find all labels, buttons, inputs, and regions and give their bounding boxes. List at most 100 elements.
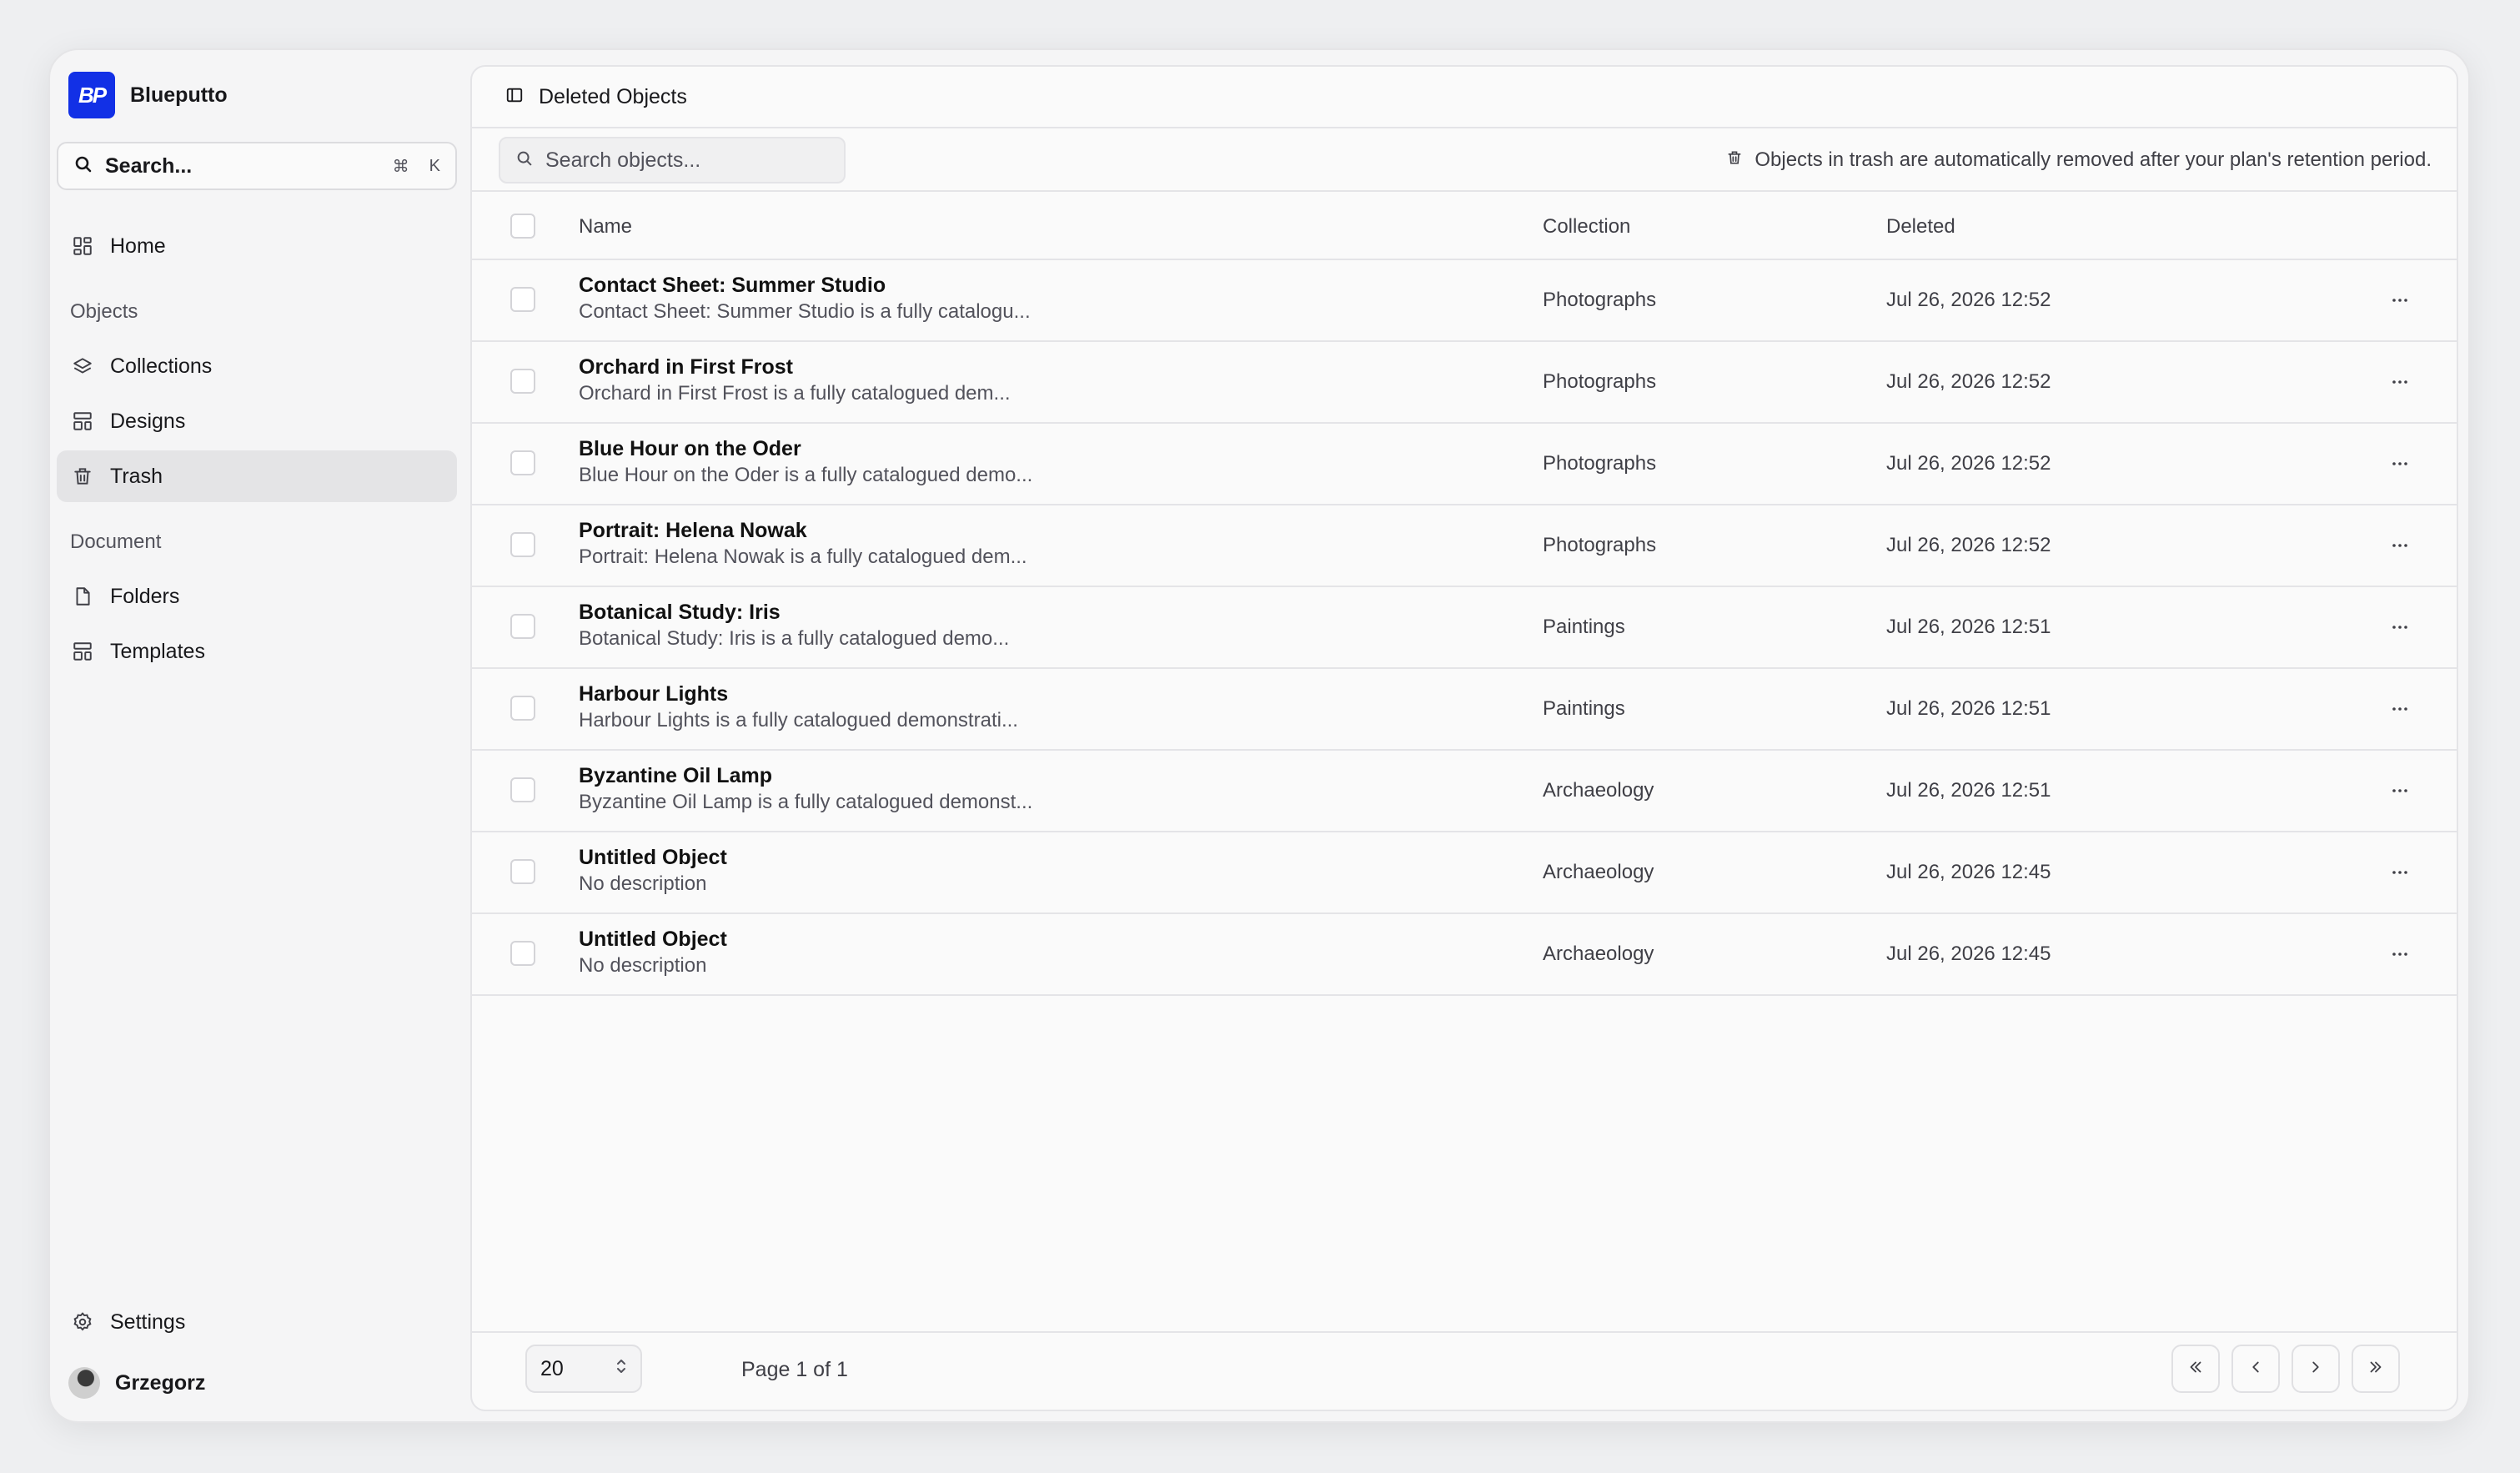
more-actions-button[interactable] (2385, 694, 2415, 724)
ellipsis-icon (2392, 871, 2407, 874)
retention-notice: Objects in trash are automatically remov… (1726, 148, 2432, 172)
row-checkbox[interactable] (510, 777, 535, 802)
main-panel: Deleted Objects Objects in trash are aut… (470, 65, 2458, 1411)
workspace-logo: BP (68, 72, 115, 118)
object-search[interactable] (499, 137, 846, 183)
more-actions-button[interactable] (2385, 367, 2415, 397)
ellipsis-icon (2392, 299, 2407, 302)
chevrons-up-down-icon (614, 1357, 629, 1381)
object-name: Orchard in First Frost (579, 355, 793, 379)
first-page-button[interactable] (2171, 1345, 2220, 1393)
next-page-button[interactable] (2292, 1345, 2340, 1393)
chevron-right-icon (2307, 1358, 2325, 1380)
row-checkbox[interactable] (510, 614, 535, 639)
ellipsis-icon (2392, 626, 2407, 629)
object-collection: Paintings (1543, 697, 1625, 720)
section-objects: Objects (70, 300, 138, 323)
more-actions-button[interactable] (2385, 939, 2415, 969)
sidebar: BP Blueputto Search... ⌘ K Home Objects (50, 50, 487, 1421)
row-checkbox[interactable] (510, 369, 535, 394)
shortcut-mod: ⌘ (392, 157, 409, 176)
user-name: Grzegorz (115, 1370, 206, 1395)
row-checkbox[interactable] (510, 287, 535, 312)
select-all-checkbox[interactable] (510, 214, 535, 239)
object-deleted-date: Jul 26, 2026 12:51 (1886, 697, 2051, 720)
table-row[interactable]: Untitled Object No description Archaeology… (472, 914, 2457, 996)
sidebar-item-settings[interactable]: Settings (57, 1296, 457, 1348)
sidebar-item-label: Collections (110, 354, 213, 378)
object-collection: Paintings (1543, 616, 1625, 638)
toolbar: Objects in trash are automatically remov… (472, 128, 2457, 192)
sidebar-item-collections[interactable]: Collections (57, 340, 457, 392)
table-header: Name Collection Deleted (472, 192, 2457, 260)
column-collection[interactable]: Collection (1543, 215, 1630, 239)
table-row[interactable]: Byzantine Oil Lamp Byzantine Oil Lamp is … (472, 751, 2457, 832)
ellipsis-icon (2392, 544, 2407, 547)
workspace-switcher[interactable]: BP Blueputto (68, 67, 497, 123)
more-actions-button[interactable] (2385, 530, 2415, 561)
column-name[interactable]: Name (579, 215, 632, 239)
row-checkbox[interactable] (510, 532, 535, 557)
trash-icon (70, 464, 95, 489)
header: Deleted Objects (472, 67, 2457, 128)
table-row[interactable]: Portrait: Helena Nowak Portrait: Helena N… (472, 505, 2457, 587)
more-actions-button[interactable] (2385, 857, 2415, 887)
workspace-name: Blueputto (130, 83, 228, 107)
object-name: Contact Sheet: Summer Studio (579, 274, 886, 297)
object-collection: Archaeology (1543, 779, 1654, 802)
object-collection: Photographs (1543, 370, 1657, 393)
object-deleted-date: Jul 26, 2026 12:51 (1886, 616, 2051, 638)
page-size-value: 20 (540, 1356, 564, 1380)
more-actions-button[interactable] (2385, 285, 2415, 315)
page-size-select[interactable]: 20 (525, 1345, 642, 1393)
user-menu[interactable]: Grzegorz (68, 1360, 497, 1406)
object-name: Byzantine Oil Lamp (579, 764, 772, 787)
page-info: Page 1 of 1 (741, 1358, 848, 1381)
table-row[interactable]: Contact Sheet: Summer Studio Contact Shee… (472, 260, 2457, 342)
object-collection: Photographs (1543, 534, 1657, 556)
sidebar-item-designs[interactable]: Designs (57, 395, 457, 447)
object-description: No description (579, 872, 707, 895)
prev-page-button[interactable] (2231, 1345, 2280, 1393)
sidebar-item-templates[interactable]: Templates (57, 626, 457, 677)
object-name: Untitled Object (579, 928, 727, 951)
chevrons-left-icon (2186, 1358, 2205, 1380)
more-actions-button[interactable] (2385, 776, 2415, 806)
object-description: Botanical Study: Iris is a fully catalog… (579, 627, 1010, 650)
object-description: Byzantine Oil Lamp is a fully catalogued… (579, 791, 1033, 813)
notice-text: Objects in trash are automatically remov… (1754, 148, 2432, 171)
sidebar-toggle-icon[interactable] (505, 86, 524, 108)
last-page-button[interactable] (2352, 1345, 2400, 1393)
object-name: Botanical Study: Iris (579, 601, 781, 624)
column-deleted[interactable]: Deleted (1886, 215, 1955, 239)
more-actions-button[interactable] (2385, 449, 2415, 479)
object-deleted-date: Jul 26, 2026 12:45 (1886, 861, 2051, 883)
search-label: Search... (105, 153, 193, 178)
object-description: No description (579, 954, 707, 977)
table-row[interactable]: Untitled Object No description Archaeology… (472, 832, 2457, 914)
object-description: Contact Sheet: Summer Studio is a fully … (579, 300, 1031, 323)
file-icon (70, 584, 95, 609)
search-input[interactable] (545, 148, 829, 173)
sidebar-search[interactable]: Search... ⌘ K (57, 142, 457, 190)
table-row[interactable]: Harbour Lights Harbour Lights is a fully … (472, 669, 2457, 751)
layout-icon (70, 639, 95, 664)
object-name: Untitled Object (579, 846, 727, 869)
row-checkbox[interactable] (510, 941, 535, 966)
object-deleted-date: Jul 26, 2026 12:45 (1886, 943, 2051, 965)
sidebar-item-folders[interactable]: Folders (57, 571, 457, 622)
row-checkbox[interactable] (510, 696, 535, 721)
row-checkbox[interactable] (510, 450, 535, 475)
more-actions-button[interactable] (2385, 612, 2415, 642)
ellipsis-icon (2392, 789, 2407, 792)
shortcut-key: K (429, 156, 440, 175)
table-row[interactable]: Blue Hour on the Oder Blue Hour on the Od… (472, 424, 2457, 505)
pagination: 20 Page 1 of 1 (472, 1331, 2457, 1410)
table-row[interactable]: Orchard in First Frost Orchard in First F… (472, 342, 2457, 424)
object-deleted-date: Jul 26, 2026 12:52 (1886, 534, 2051, 556)
table-row[interactable]: Botanical Study: Iris Botanical Study: Ir… (472, 587, 2457, 669)
dashboard-icon (70, 234, 95, 259)
sidebar-item-home[interactable]: Home (57, 220, 457, 272)
sidebar-item-trash[interactable]: Trash (57, 450, 457, 502)
row-checkbox[interactable] (510, 859, 535, 884)
